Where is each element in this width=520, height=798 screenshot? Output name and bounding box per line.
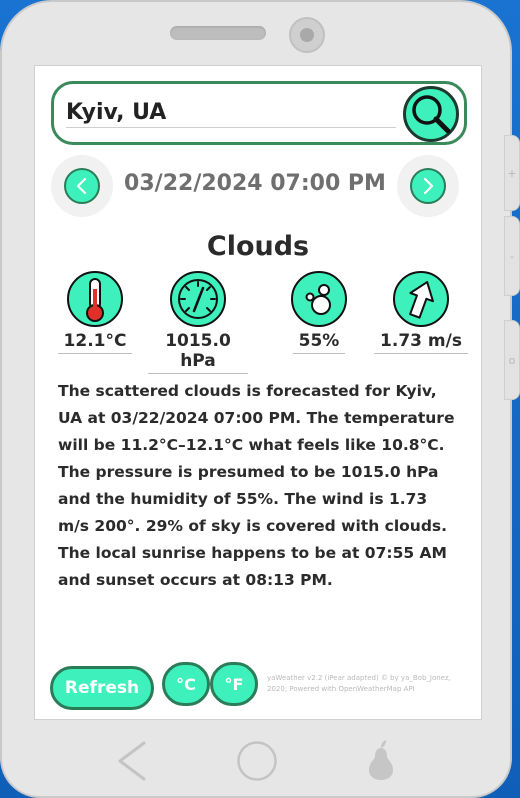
city-search-input[interactable]	[66, 98, 396, 128]
refresh-button[interactable]: Refresh	[50, 666, 154, 710]
chevron-left-icon	[76, 177, 87, 195]
next-date-button[interactable]	[397, 155, 459, 217]
thermometer-icon	[86, 278, 104, 322]
pressure-metric: 1015.0 hPa	[148, 271, 248, 374]
fahrenheit-button[interactable]: °F	[210, 662, 258, 706]
wind-direction-icon	[409, 281, 434, 319]
search-icon	[412, 95, 451, 134]
phone-speaker	[170, 26, 266, 40]
forecast-date: 03/22/2024 07:00 PM	[124, 171, 386, 196]
pressure-value: 1015.0 hPa	[148, 331, 248, 374]
humidity-icon	[305, 284, 331, 315]
credits-text: yaWeather v2.2 (iPear adapted) © by ya_B…	[267, 674, 451, 693]
power-button[interactable]: o	[504, 320, 520, 400]
search-button[interactable]	[403, 86, 459, 142]
app-screen: 03/22/2024 07:00 PM Clouds 12.1°C	[34, 65, 482, 720]
pear-logo-icon[interactable]	[364, 738, 398, 782]
temperature-metric: 12.1°C	[45, 271, 145, 354]
humidity-value: 55%	[292, 331, 346, 354]
prev-date-button[interactable]	[51, 155, 113, 217]
volume-up-button[interactable]: +	[504, 135, 520, 211]
temperature-value: 12.1°C	[57, 331, 133, 354]
back-icon[interactable]	[114, 740, 150, 782]
date-navigator: 03/22/2024 07:00 PM	[51, 155, 459, 217]
celsius-button[interactable]: °C	[162, 662, 210, 706]
home-icon[interactable]	[236, 740, 278, 782]
wind-metric: 1.73 m/s	[371, 271, 471, 354]
barometer-icon	[178, 279, 218, 319]
weather-description: The scattered clouds is forecasted for K…	[58, 382, 455, 589]
volume-down-button[interactable]: -	[504, 216, 520, 296]
phone-nav-bar	[2, 730, 514, 790]
search-bar	[51, 81, 467, 145]
weather-condition: Clouds	[206, 231, 310, 262]
humidity-metric: 55%	[269, 271, 369, 354]
chevron-right-icon	[423, 177, 434, 195]
phone-camera	[289, 17, 325, 53]
phone-frame: 03/22/2024 07:00 PM Clouds 12.1°C	[0, 0, 512, 798]
wind-value: 1.73 m/s	[374, 331, 468, 354]
